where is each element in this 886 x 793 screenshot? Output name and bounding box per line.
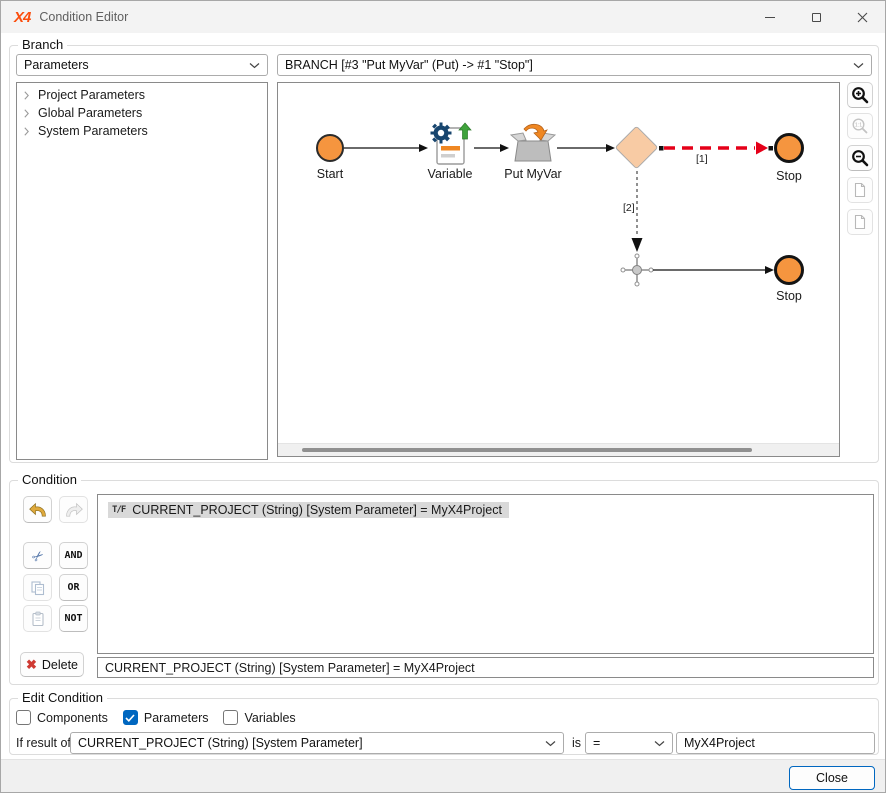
branch-group-label: Branch <box>18 37 67 52</box>
zoom-in-icon <box>851 86 869 104</box>
close-icon <box>857 12 868 23</box>
delete-button[interactable]: ✖ Delete <box>20 652 84 677</box>
operator-select[interactable]: = <box>585 732 673 754</box>
node-stop-1[interactable] <box>774 133 804 163</box>
edge-label-2: [2] <box>623 202 635 214</box>
node-label-variable: Variable <box>420 167 480 181</box>
true-false-icon: T/F <box>112 505 125 515</box>
or-button[interactable]: OR <box>59 574 88 601</box>
copy-button[interactable] <box>23 574 52 601</box>
copy-icon <box>30 580 46 596</box>
node-label-stop-1: Stop <box>764 169 814 183</box>
variable-icon <box>428 120 472 168</box>
condition-group: Condition ✂ AND OR <box>9 480 879 685</box>
components-checkbox[interactable]: Components <box>16 710 108 725</box>
node-label-start: Start <box>310 167 350 181</box>
footer-bar: Close <box>1 759 885 793</box>
workflow-canvas[interactable]: Start Variable Put MyVar Stop Stop [1] [… <box>277 82 840 457</box>
close-window-button[interactable] <box>839 1 885 33</box>
not-button[interactable]: NOT <box>59 605 88 632</box>
branch-select[interactable]: BRANCH [#3 "Put MyVar" (Put) -> #1 "Stop… <box>277 54 872 76</box>
checkbox-box[interactable] <box>223 710 238 725</box>
parameters-checkbox[interactable]: Parameters <box>123 710 209 725</box>
fit-width-button[interactable] <box>847 209 873 235</box>
undo-button[interactable] <box>23 496 52 523</box>
minimize-icon <box>765 17 775 18</box>
parameter-tree: Project Parameters Global Parameters Sys… <box>16 82 268 460</box>
edge-label-1: [1] <box>696 153 708 165</box>
canvas-hscrollbar-thumb[interactable] <box>302 448 752 452</box>
condition-editor-dialog: X4 Condition Editor Branch Parameters BR… <box>0 0 886 793</box>
paste-button[interactable] <box>23 605 52 632</box>
branch-group: Branch Parameters BRANCH [#3 "Put MyVar"… <box>9 45 879 463</box>
zoom-out-button[interactable] <box>847 145 873 171</box>
tree-item-project-parameters[interactable]: Project Parameters <box>17 86 267 104</box>
condition-group-label: Condition <box>18 472 81 487</box>
titlebar: X4 Condition Editor <box>1 1 885 33</box>
cut-button[interactable]: ✂ <box>23 542 52 569</box>
chevron-down-icon <box>249 62 260 69</box>
and-button[interactable]: AND <box>59 542 88 569</box>
condition-expression-bar: CURRENT_PROJECT (String) [System Paramet… <box>97 657 874 678</box>
zoom-one-to-one-icon: 1:1 <box>851 117 869 135</box>
put-box-icon <box>510 123 556 165</box>
condition-row-text: CURRENT_PROJECT (String) [System Paramet… <box>132 503 502 517</box>
tree-item-global-parameters[interactable]: Global Parameters <box>17 104 267 122</box>
checkbox-box[interactable] <box>16 710 31 725</box>
edit-condition-group-label: Edit Condition <box>18 690 107 705</box>
redo-button[interactable] <box>59 496 88 523</box>
paste-icon <box>30 611 46 627</box>
chevron-down-icon <box>853 62 864 69</box>
condition-row-selected[interactable]: T/F CURRENT_PROJECT (String) [System Par… <box>108 502 509 518</box>
undo-icon <box>28 501 48 518</box>
delete-x-icon: ✖ <box>26 657 37 673</box>
tree-item-system-parameters[interactable]: System Parameters <box>17 122 267 140</box>
result-of-select[interactable]: CURRENT_PROJECT (String) [System Paramet… <box>70 732 564 754</box>
node-stop-2[interactable] <box>774 255 804 285</box>
chevron-right-icon <box>24 91 29 100</box>
condition-list[interactable]: T/F CURRENT_PROJECT (String) [System Par… <box>97 494 874 654</box>
chevron-right-icon <box>24 127 29 136</box>
node-variable[interactable] <box>428 120 472 171</box>
page-icon <box>852 182 868 198</box>
variables-checkbox[interactable]: Variables <box>223 710 295 725</box>
chevron-right-icon <box>24 109 29 118</box>
check-icon <box>125 714 135 722</box>
value-input[interactable] <box>676 732 875 754</box>
node-put-myvar[interactable] <box>510 123 556 168</box>
node-start[interactable] <box>316 134 344 162</box>
zoom-reset-button[interactable]: 1:1 <box>847 113 873 139</box>
edit-condition-group: Edit Condition Components Parameters Var… <box>9 698 879 755</box>
zoom-out-icon <box>851 149 869 167</box>
minimize-button[interactable] <box>747 1 793 33</box>
fit-page-button[interactable] <box>847 177 873 203</box>
scissors-icon: ✂ <box>28 546 46 564</box>
x4-logo: X4 <box>14 9 30 26</box>
node-label-put-myvar: Put MyVar <box>498 167 568 181</box>
checkbox-box[interactable] <box>123 710 138 725</box>
parameter-type-select[interactable]: Parameters <box>16 54 268 76</box>
zoom-in-button[interactable] <box>847 82 873 108</box>
workflow-edges <box>278 83 839 443</box>
redo-icon <box>64 501 84 518</box>
maximize-icon <box>812 13 821 22</box>
is-label: is <box>572 736 581 750</box>
page-icon <box>852 214 868 230</box>
chevron-down-icon <box>545 740 556 747</box>
maximize-button[interactable] <box>793 1 839 33</box>
canvas-hscrollbar[interactable] <box>278 443 839 456</box>
close-button[interactable]: Close <box>789 766 875 790</box>
chevron-down-icon <box>654 740 665 747</box>
window-title: Condition Editor <box>39 10 128 24</box>
svg-text:1:1: 1:1 <box>855 123 862 129</box>
if-result-of-label: If result of <box>16 736 71 750</box>
node-label-stop-2: Stop <box>764 289 814 303</box>
